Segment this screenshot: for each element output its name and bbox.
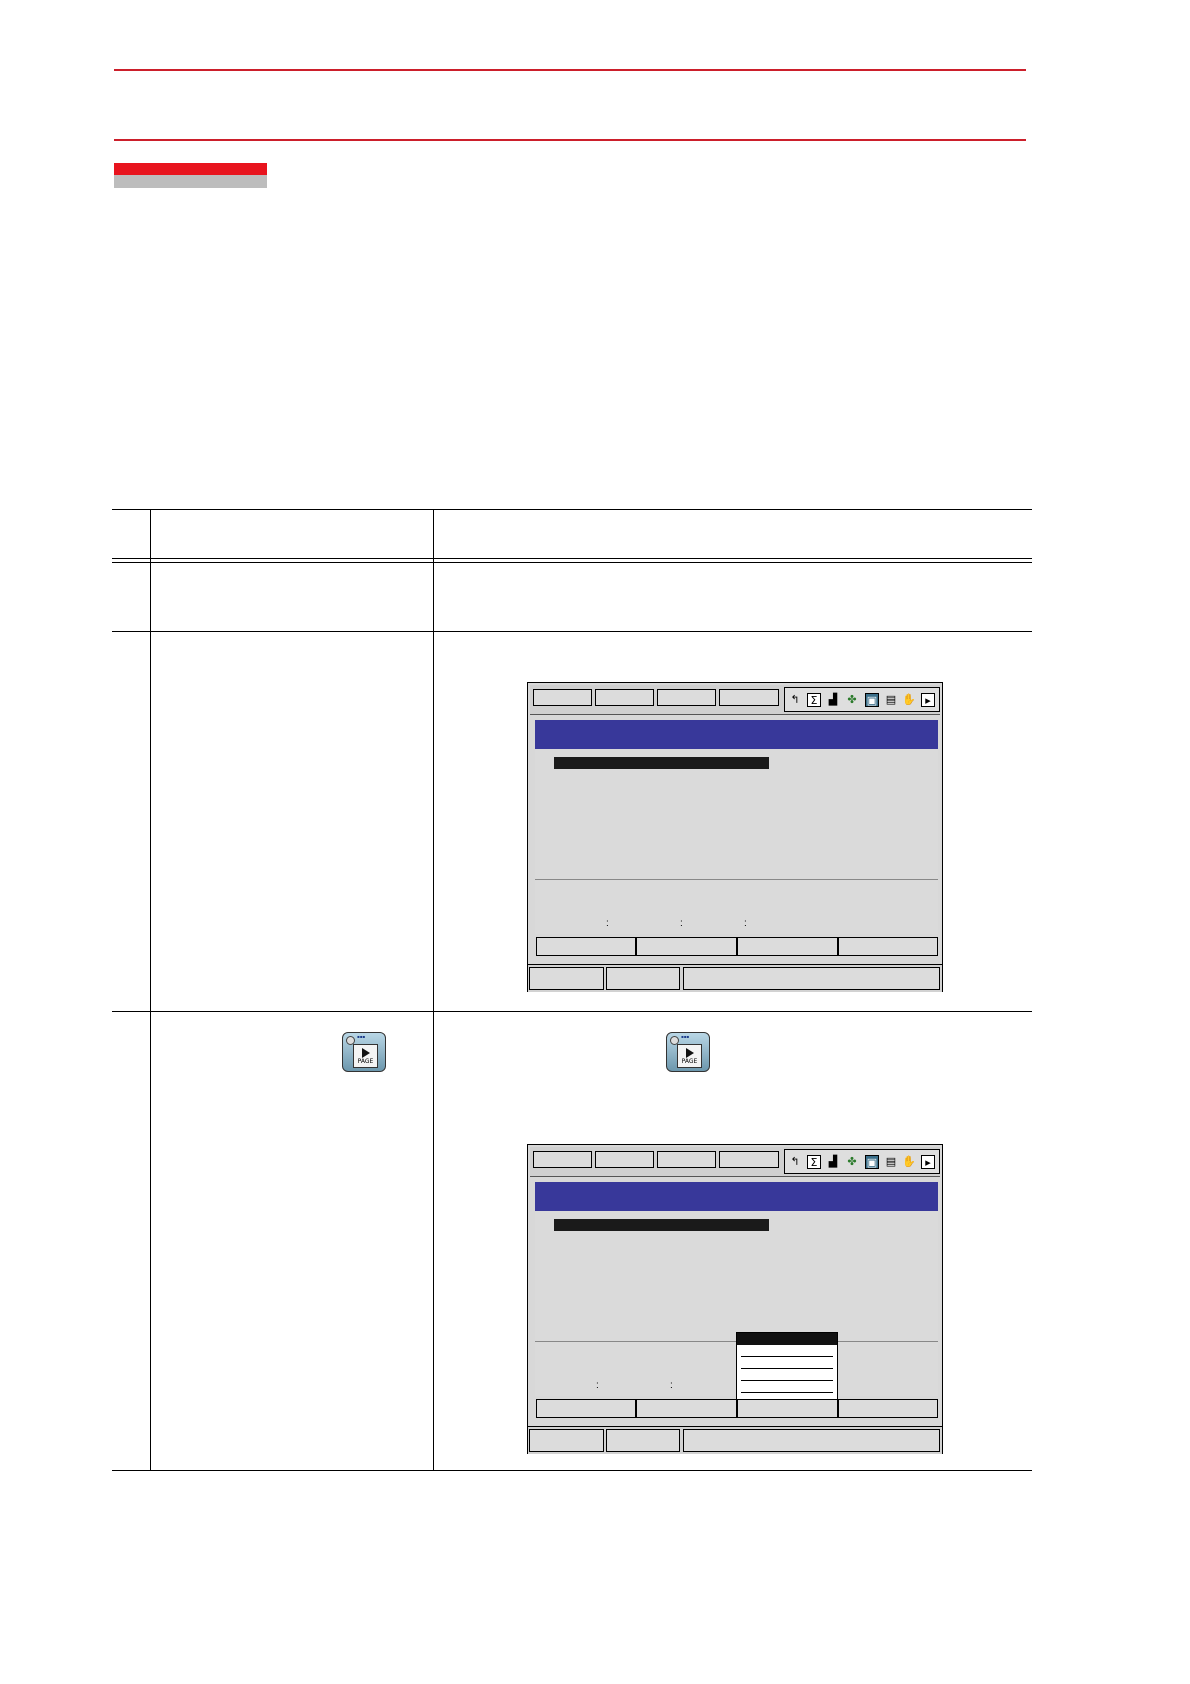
table-header-rule-1 (112, 558, 1032, 559)
menu-tab-2[interactable] (595, 689, 654, 706)
play-icon (362, 1048, 370, 1058)
bottom-bar (528, 1426, 942, 1454)
bottom-key-2[interactable] (606, 1429, 680, 1452)
selection-cursor (554, 757, 769, 769)
mode-icon: ▣ (865, 693, 879, 707)
page-key-icon: ▪▪▪ PAGE (666, 1032, 710, 1072)
function-key-4[interactable] (838, 1399, 938, 1418)
status-icons: ↰ Σ ▟ ✤ ▣ ▤ ✋ ▸ (784, 687, 940, 712)
menu-tab-4[interactable] (719, 689, 779, 706)
screen-title-bar (535, 1182, 938, 1211)
menu-bar: ↰ Σ ▟ ✤ ▣ ▤ ✋ ▸ (530, 685, 940, 715)
colon-3: : (744, 918, 747, 929)
page-key-face: PAGE (353, 1044, 378, 1068)
control-group-icon: ↰ (790, 693, 800, 706)
header-rule-bottom (114, 139, 1026, 141)
table-row-rule-2 (112, 1011, 1032, 1012)
page-status-icon: ▤ (885, 693, 897, 706)
speed-bars-icon: ▟ (828, 693, 838, 706)
function-key-2[interactable] (636, 937, 737, 956)
status-icons: ↰ Σ ▟ ✤ ▣ ▤ ✋ ▸ (784, 1149, 940, 1174)
page-key-icon: ▪▪▪ PAGE (342, 1032, 386, 1072)
input-line[interactable] (683, 967, 940, 990)
robot-icon: ✤ (847, 693, 857, 706)
page-key-label: PAGE (357, 1058, 374, 1065)
pendant-screen-1: ↰ Σ ▟ ✤ ▣ ▤ ✋ ▸ : : : (527, 682, 943, 992)
pulldown-divider (741, 1368, 833, 1369)
function-key-1[interactable] (536, 937, 636, 956)
input-line[interactable] (683, 1429, 940, 1452)
robot-icon: ✤ (847, 1155, 857, 1168)
sigma-icon: Σ (807, 693, 821, 707)
control-group-icon: ↰ (790, 1155, 800, 1168)
pulldown-divider (741, 1356, 833, 1357)
bottom-bar (528, 964, 942, 992)
hand-icon: ✋ (902, 693, 916, 706)
screen-title-bar (535, 720, 938, 749)
bottom-key-1[interactable] (529, 967, 604, 990)
mode-icon: ▣ (865, 1155, 879, 1169)
menu-tab-2[interactable] (595, 1151, 654, 1168)
section-tag-grey (114, 175, 267, 188)
speed-bars-icon: ▟ (828, 1155, 838, 1168)
pulldown-divider (741, 1392, 833, 1393)
pulldown-selected-item[interactable] (737, 1333, 837, 1345)
table-row-rule-1 (112, 631, 1032, 632)
menu-bar: ↰ Σ ▟ ✤ ▣ ▤ ✋ ▸ (530, 1147, 940, 1177)
function-key-3[interactable] (737, 937, 838, 956)
pulldown-menu[interactable] (736, 1332, 838, 1400)
colon-1: : (596, 1380, 599, 1391)
sigma-icon: Σ (807, 1155, 821, 1169)
bottom-key-2[interactable] (606, 967, 680, 990)
menu-tab-1[interactable] (533, 689, 592, 706)
pulldown-divider (741, 1380, 833, 1381)
function-key-4[interactable] (838, 937, 938, 956)
menu-tab-1[interactable] (533, 1151, 592, 1168)
table-column-divider-2 (433, 509, 434, 1470)
page-key-top-label: ▪▪▪ (357, 1034, 366, 1039)
section-tag-red (114, 163, 267, 175)
hand-icon: ✋ (902, 1155, 916, 1168)
page-key-face: PAGE (677, 1044, 702, 1068)
function-key-3[interactable] (737, 1399, 838, 1418)
message-area: : : : (535, 880, 938, 934)
page-key-top-label: ▪▪▪ (681, 1034, 690, 1039)
pendant-screen-2: ↰ Σ ▟ ✤ ▣ ▤ ✋ ▸ : : (527, 1144, 943, 1454)
page-status-icon: ▤ (885, 1155, 897, 1168)
menu-tab-4[interactable] (719, 1151, 779, 1168)
function-key-1[interactable] (536, 1399, 636, 1418)
bottom-key-1[interactable] (529, 1429, 604, 1452)
table-header-rule-2 (112, 562, 1032, 563)
function-key-2[interactable] (636, 1399, 737, 1418)
colon-2: : (670, 1380, 673, 1391)
play-status-icon: ▸ (921, 693, 935, 707)
menu-tab-3[interactable] (657, 1151, 716, 1168)
table-rule-bottom (112, 1470, 1032, 1471)
play-status-icon: ▸ (921, 1155, 935, 1169)
colon-1: : (606, 918, 609, 929)
selection-cursor (554, 1219, 769, 1231)
play-icon (686, 1048, 694, 1058)
page-key-label: PAGE (681, 1058, 698, 1065)
colon-2: : (680, 918, 683, 929)
table-column-divider-1 (150, 509, 151, 1470)
header-rule-top (114, 69, 1026, 71)
table-rule-top (112, 509, 1032, 510)
menu-tab-3[interactable] (657, 689, 716, 706)
